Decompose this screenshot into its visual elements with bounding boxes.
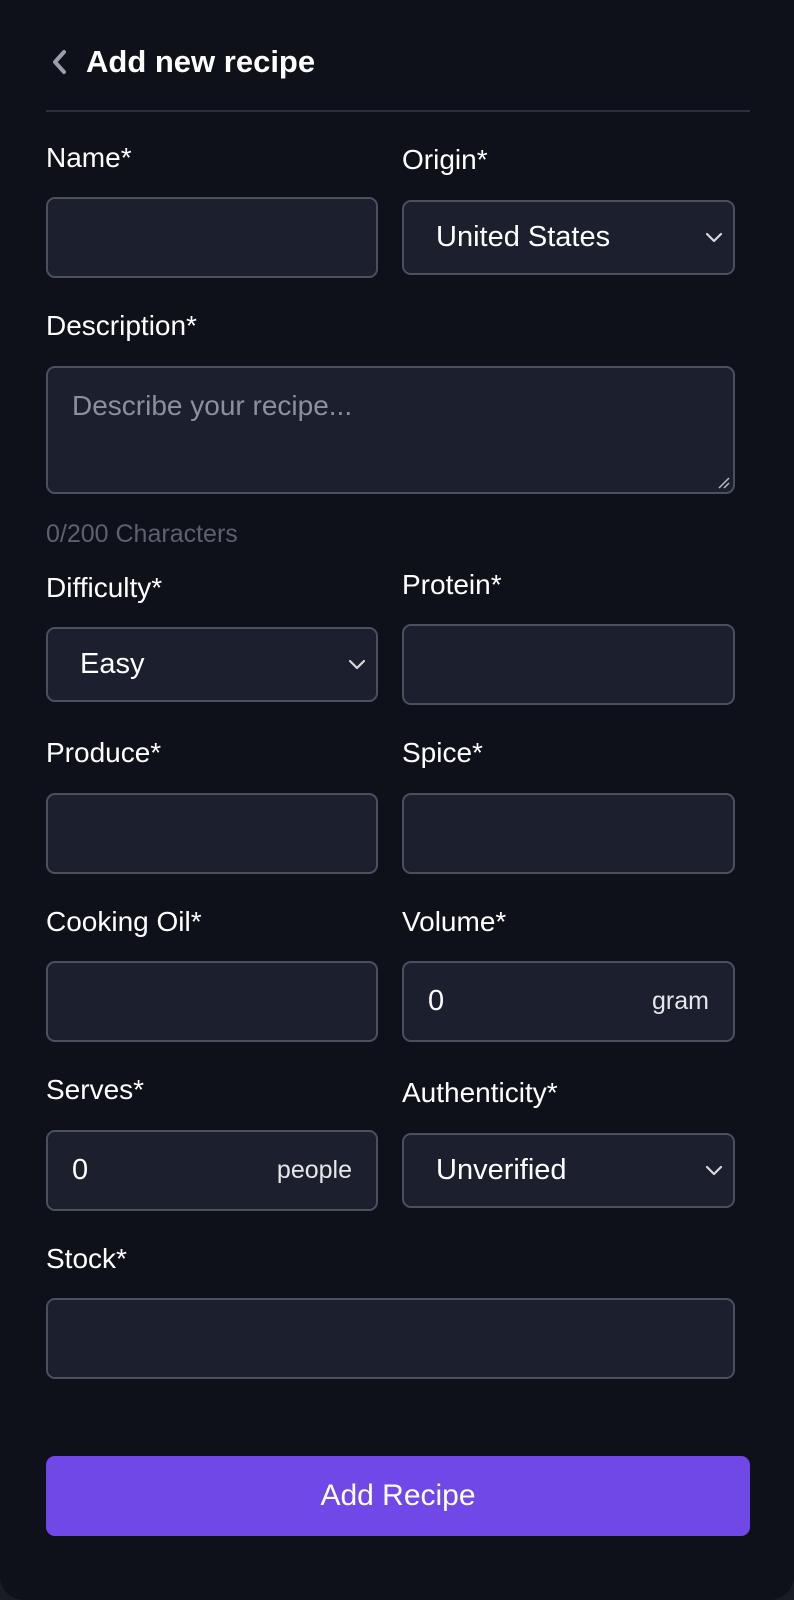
chevron-down-icon bbox=[695, 1159, 733, 1183]
volume-label: Volume* bbox=[402, 906, 507, 937]
protein-label: Protein* bbox=[402, 569, 502, 600]
volume-unit: gram bbox=[652, 987, 709, 1015]
stock-input[interactable] bbox=[46, 1298, 735, 1379]
chevron-down-icon bbox=[338, 653, 376, 677]
serves-unit: people bbox=[276, 1156, 352, 1184]
chevron-left-icon bbox=[53, 50, 66, 74]
serves-value: 0 bbox=[72, 1154, 89, 1186]
name-input[interactable] bbox=[46, 197, 378, 278]
name-label: Name* bbox=[46, 142, 132, 173]
page-header: Add new recipe bbox=[46, 40, 750, 112]
description-label: Description* bbox=[46, 310, 197, 341]
character-counter: 0/200 Characters bbox=[46, 520, 238, 548]
origin-label: Origin* bbox=[402, 144, 488, 175]
stock-label: Stock* bbox=[46, 1243, 127, 1274]
difficulty-label: Difficulty* bbox=[46, 572, 163, 603]
add-recipe-panel: Add new recipe Name* Origin* United Stat… bbox=[0, 0, 794, 1600]
page-title: Add new recipe bbox=[86, 44, 316, 79]
spice-input[interactable] bbox=[402, 793, 735, 874]
origin-selected-value: United States bbox=[436, 221, 611, 253]
serves-label: Serves* bbox=[46, 1074, 145, 1105]
serves-input[interactable]: 0 people bbox=[46, 1130, 378, 1211]
difficulty-select[interactable]: Easy bbox=[46, 627, 378, 702]
authenticity-selected-value: Unverified bbox=[436, 1154, 567, 1186]
origin-select[interactable]: United States bbox=[402, 200, 735, 275]
cooking-oil-label: Cooking Oil* bbox=[46, 906, 202, 937]
authenticity-select[interactable]: Unverified bbox=[402, 1133, 735, 1208]
produce-input[interactable] bbox=[46, 793, 378, 874]
produce-label: Produce* bbox=[46, 737, 162, 768]
spice-label: Spice* bbox=[402, 737, 483, 768]
add-recipe-button[interactable]: Add Recipe bbox=[46, 1456, 750, 1536]
authenticity-label: Authenticity* bbox=[402, 1077, 558, 1108]
volume-value: 0 bbox=[428, 985, 445, 1017]
description-textarea[interactable] bbox=[46, 366, 735, 494]
chevron-down-icon bbox=[695, 226, 733, 250]
back-button[interactable] bbox=[46, 40, 74, 84]
resize-handle-icon[interactable] bbox=[716, 475, 730, 489]
difficulty-selected-value: Easy bbox=[80, 648, 145, 680]
protein-input[interactable] bbox=[402, 624, 735, 705]
cooking-oil-input[interactable] bbox=[46, 961, 378, 1042]
volume-input[interactable]: 0 gram bbox=[402, 961, 735, 1042]
